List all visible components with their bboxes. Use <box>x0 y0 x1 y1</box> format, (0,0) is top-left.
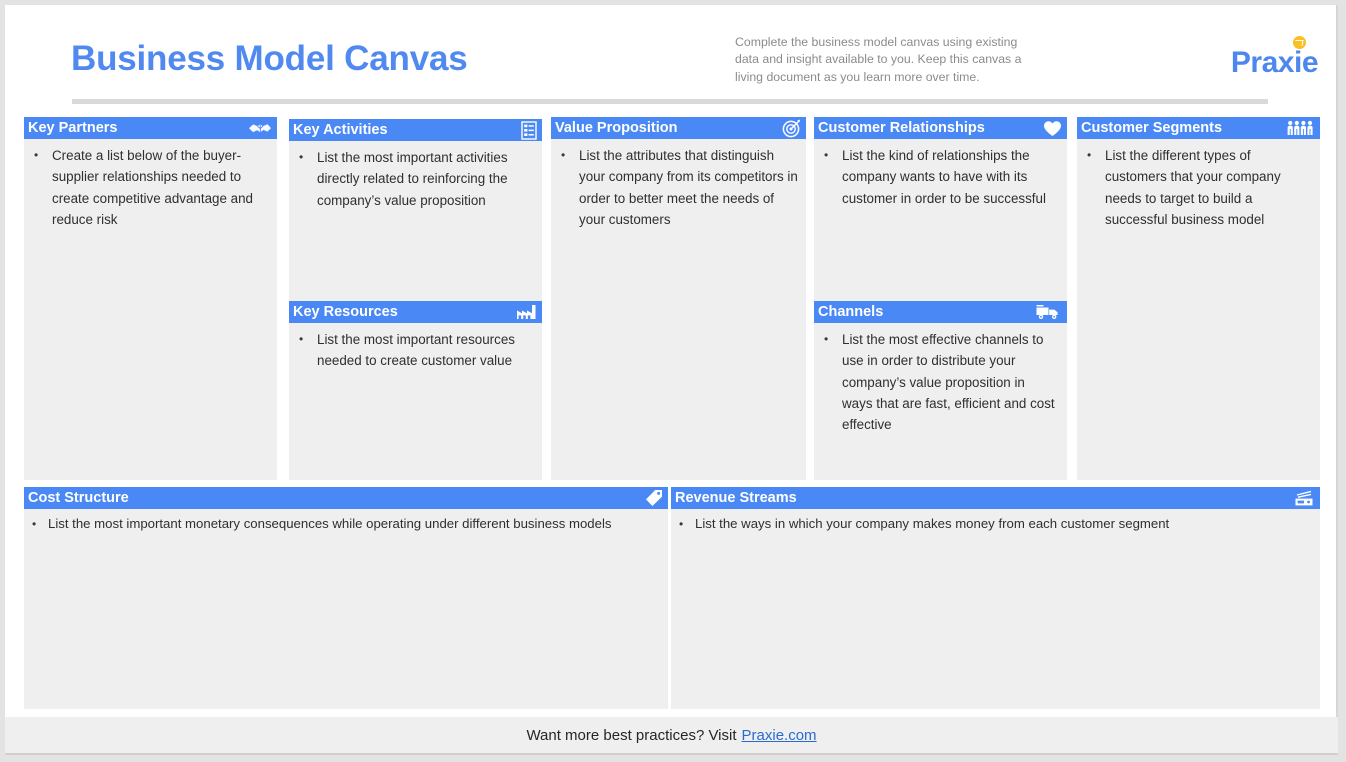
bullet-marker: • <box>561 148 566 162</box>
panel-key-activities[interactable]: Key Activities • List the most important… <box>289 119 542 301</box>
bullet-marker: • <box>32 517 37 531</box>
panel-header-customer-segments: Customer Segments <box>1077 117 1320 139</box>
panel-title: Revenue Streams <box>675 490 797 506</box>
cash-register-icon <box>1293 490 1315 507</box>
bullet-item: • List the most effective channels to us… <box>824 329 1059 435</box>
panel-channels[interactable]: Channels • List the most effective chann… <box>814 301 1067 480</box>
bullet-marker: • <box>1087 148 1092 162</box>
heart-icon <box>1043 120 1062 137</box>
slide-page: Business Model Canvas Complete the busin… <box>5 5 1338 755</box>
bullet-label: List the most important activities direc… <box>317 150 508 208</box>
panel-body-customer-segments: • List the different types of customers … <box>1077 139 1320 236</box>
panel-title: Cost Structure <box>28 490 129 506</box>
bullet-label: List the most effective channels to use … <box>842 332 1055 433</box>
bullet-item: • List the attributes that distinguish y… <box>561 145 798 230</box>
panel-title: Customer Segments <box>1081 120 1223 136</box>
bullet-label: List the attributes that distinguish you… <box>579 148 798 227</box>
panel-revenue-streams[interactable]: Revenue Streams • List the ways in which… <box>671 487 1320 709</box>
panel-body-revenue-streams: • List the ways in which your company ma… <box>671 509 1320 541</box>
slide-frame: Business Model Canvas Complete the busin… <box>0 0 1346 762</box>
bullet-item: • List the ways in which your company ma… <box>679 514 1312 535</box>
panel-title: Value Proposition <box>555 120 678 136</box>
bullet-marker: • <box>679 517 684 531</box>
panel-body-customer-relationships: • List the kind of relationships the com… <box>814 139 1067 215</box>
header-divider <box>72 99 1268 104</box>
target-icon <box>782 119 801 138</box>
bullet-label: List the most important resources needed… <box>317 332 515 369</box>
panel-cost-structure[interactable]: Cost Structure • List the most important… <box>24 487 668 709</box>
brand-i-wrap: i <box>1292 36 1306 80</box>
panel-header-channels: Channels <box>814 301 1067 323</box>
brand-i: i <box>1293 46 1302 79</box>
footer-text: Want more best practices? Visit <box>526 726 737 744</box>
brand-arrow-dot-icon <box>1292 36 1306 49</box>
bullet-marker: • <box>824 148 829 162</box>
slide-footer: Want more best practices? Visit Praxie.c… <box>5 717 1338 753</box>
panel-body-key-partners: • Create a list below of the buyer-suppl… <box>24 139 277 236</box>
panel-customer-segments[interactable]: Customer Segments • List the different t… <box>1077 117 1320 480</box>
bullet-item: • List the different types of customers … <box>1087 145 1312 230</box>
panel-header-customer-relationships: Customer Relationships <box>814 117 1067 139</box>
praxie-logo[interactable]: Prax ie <box>1230 36 1319 80</box>
delivery-truck-icon <box>1036 304 1062 320</box>
people-group-icon <box>1287 120 1315 136</box>
canvas-grid: Key Partners • Create a list below of th… <box>5 109 1338 719</box>
bullet-marker: • <box>824 332 829 346</box>
panel-header-value-proposition: Value Proposition <box>551 117 806 139</box>
panel-key-resources[interactable]: Key Resources • List the most important <box>289 301 542 480</box>
slide-header: Business Model Canvas Complete the busin… <box>5 5 1338 104</box>
panel-header-revenue-streams: Revenue Streams <box>671 487 1320 509</box>
bullet-label: Create a list below of the buyer-supplie… <box>52 148 253 227</box>
checklist-icon <box>521 120 537 140</box>
factory-icon <box>516 304 537 320</box>
handshake-icon <box>248 121 272 136</box>
panel-title: Key Partners <box>28 120 118 136</box>
bullet-item: • List the most important activities dir… <box>299 147 534 211</box>
panel-customer-relationships[interactable]: Customer Relationships • List the kind o… <box>814 117 1067 301</box>
bullet-item: • List the most important resources need… <box>299 329 534 372</box>
panel-body-key-activities: • List the most important activities dir… <box>289 141 542 217</box>
page-title: Business Model Canvas <box>71 39 468 78</box>
brand-suffix: e <box>1301 46 1319 79</box>
panel-header-key-partners: Key Partners <box>24 117 277 139</box>
bullet-marker: • <box>299 150 304 164</box>
panel-key-partners[interactable]: Key Partners • Create a list below of th… <box>24 117 277 480</box>
panel-header-key-resources: Key Resources <box>289 301 542 323</box>
panel-body-value-proposition: • List the attributes that distinguish y… <box>551 139 806 236</box>
panel-body-cost-structure: • List the most important monetary conse… <box>24 509 668 541</box>
price-tag-icon <box>645 489 663 507</box>
panel-title: Key Resources <box>293 304 398 320</box>
header-instructions: Complete the business model canvas using… <box>735 35 1022 84</box>
bullet-marker: • <box>299 332 304 346</box>
panel-title: Channels <box>818 304 884 320</box>
panel-value-proposition[interactable]: Value Proposition • List the attributes … <box>551 117 806 480</box>
bullet-marker: • <box>34 148 39 162</box>
brand-prefix: Prax <box>1230 46 1295 79</box>
bullet-item: • Create a list below of the buyer-suppl… <box>34 145 269 230</box>
bullet-label: List the most important monetary consequ… <box>48 516 612 531</box>
panel-title: Key Activities <box>293 122 388 138</box>
panel-title: Customer Relationships <box>818 120 985 136</box>
panel-header-cost-structure: Cost Structure <box>24 487 668 509</box>
bullet-item: • List the kind of relationships the com… <box>824 145 1059 209</box>
bullet-label: List the ways in which your company make… <box>695 516 1170 531</box>
panel-body-key-resources: • List the most important resources need… <box>289 323 542 378</box>
bullet-label: List the different types of customers th… <box>1105 148 1281 227</box>
panel-header-key-activities: Key Activities <box>289 119 542 141</box>
praxie-link[interactable]: Praxie.com <box>742 727 817 744</box>
panel-body-channels: • List the most effective channels to us… <box>814 323 1067 441</box>
bullet-label: List the kind of relationships the compa… <box>842 148 1046 206</box>
bullet-item: • List the most important monetary conse… <box>32 514 660 535</box>
